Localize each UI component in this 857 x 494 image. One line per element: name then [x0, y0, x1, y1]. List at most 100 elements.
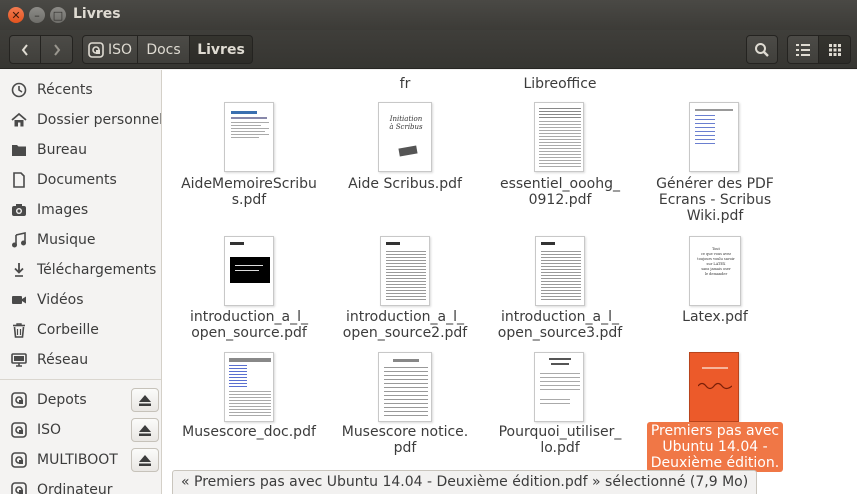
sidebar-item-home[interactable]: Dossier personnel: [0, 106, 161, 134]
pdf-thumbnail: [689, 102, 739, 172]
sidebar-item-label: Récents: [37, 82, 93, 98]
file-item-premiers-pas-ubuntu[interactable]: Premiers pas avec Ubuntu 14.04 - Deuxièm…: [647, 422, 783, 472]
file-item[interactable]: fr: [335, 76, 475, 92]
network-icon: [10, 351, 28, 369]
file-label: Musescore_doc.pdf: [182, 424, 316, 440]
sidebar-item-trash[interactable]: Corbeille: [0, 316, 161, 344]
status-bar: « Premiers pas avec Ubuntu 14.04 - Deuxi…: [172, 470, 758, 494]
breadcrumb-label: Docs: [146, 41, 181, 58]
breadcrumb-iso[interactable]: ISO: [82, 35, 138, 64]
minimize-icon: –: [34, 8, 40, 22]
sidebar-item-label: Depots: [37, 392, 87, 408]
file-label: Musescore notice. pdf: [341, 424, 469, 456]
close-window-button[interactable]: ✕: [8, 7, 24, 23]
file-label: AideMemoireScribu s.pdf: [181, 176, 317, 208]
file-item-musescore-doc[interactable]: Musescore_doc.pdf: [179, 424, 319, 440]
camera-icon: [10, 201, 28, 219]
sidebar-item-downloads[interactable]: Téléchargements: [0, 256, 161, 284]
breadcrumb-docs[interactable]: Docs: [138, 35, 190, 64]
file-item[interactable]: Libreoffice: [490, 76, 630, 92]
sidebar-item-label: ISO: [37, 422, 62, 438]
pdf-thumbnail: [224, 352, 274, 422]
pdf-thumbnail: [224, 236, 274, 306]
sidebar-item-computer[interactable]: Ordinateur: [0, 476, 161, 494]
sidebar-item-label: Documents: [37, 172, 117, 188]
grid-icon: [828, 43, 841, 56]
sidebar-item-label: Réseau: [37, 352, 89, 368]
file-label: Générer des PDF Ecrans - Scribus Wiki.pd…: [656, 176, 774, 224]
file-item-generer-pdf[interactable]: Générer des PDF Ecrans - Scribus Wiki.pd…: [645, 176, 785, 224]
file-label: Pourquoi_utiliser_ lo.pdf: [498, 424, 622, 456]
file-label: Latex.pdf: [682, 309, 748, 325]
sidebar-item-images[interactable]: Images: [0, 196, 161, 224]
file-item-introduction-1[interactable]: introduction_a_l_ open_source.pdf: [179, 309, 319, 341]
search-icon: [755, 42, 769, 57]
file-item-aidescribus[interactable]: Aide Scribus.pdf: [335, 176, 475, 192]
forward-button[interactable]: [41, 35, 73, 64]
file-item-aidememoirescribus[interactable]: AideMemoireScribu s.pdf: [179, 176, 319, 208]
maximize-icon: □: [52, 8, 64, 22]
eject-button[interactable]: [131, 418, 159, 442]
pdf-thumbnail: [224, 102, 274, 172]
back-button[interactable]: [9, 35, 41, 64]
pdf-thumbnail: [380, 236, 430, 306]
file-item-musescore-notice[interactable]: Musescore notice. pdf: [335, 424, 475, 456]
maximize-window-button[interactable]: □: [50, 7, 66, 23]
sidebar-item-recents[interactable]: Récents: [0, 76, 161, 104]
clock-icon: [10, 81, 28, 99]
pdf-thumbnail: Initiation à Scribus: [378, 102, 432, 172]
eject-icon: [139, 424, 151, 436]
file-label: fr: [399, 76, 411, 92]
sidebar-item-music[interactable]: Musique: [0, 226, 161, 254]
breadcrumb-label: ISO: [107, 41, 133, 58]
file-item-introduction-3[interactable]: introduction_a_l_ open_source3.pdf: [490, 309, 630, 341]
eject-button[interactable]: [131, 448, 159, 472]
list-view-button[interactable]: [787, 35, 819, 64]
file-label: Aide Scribus.pdf: [348, 176, 462, 192]
sidebar-item-desktop[interactable]: Bureau: [0, 136, 161, 164]
pdf-thumbnail: [535, 236, 585, 306]
minimize-window-button[interactable]: –: [29, 7, 45, 23]
sidebar-item-label: MULTIBOOT: [37, 452, 118, 468]
file-label: introduction_a_l_ open_source.pdf: [189, 309, 308, 341]
thumbnail-text: Tout ce que vous avez toujours voulu sav…: [697, 247, 735, 276]
sidebar-item-iso[interactable]: ISO: [0, 416, 161, 444]
file-item[interactable]: [179, 70, 319, 80]
sidebar-item-network[interactable]: Réseau: [0, 346, 161, 374]
home-icon: [10, 111, 28, 129]
video-icon: [10, 291, 28, 309]
sidebar-item-label: Corbeille: [37, 322, 99, 338]
sidebar-item-multiboot[interactable]: MULTIBOOT: [0, 446, 161, 474]
file-view[interactable]: fr Libreoffice AideMemoireScribu s.pdf I…: [162, 70, 857, 494]
sidebar-item-label: Images: [37, 202, 89, 218]
file-item-introduction-2[interactable]: introduction_a_l_ open_source2.pdf: [335, 309, 475, 341]
grid-view-button[interactable]: [819, 35, 851, 64]
file-item-latex[interactable]: Latex.pdf: [645, 309, 785, 325]
thumbnail-text: Initiation à Scribus: [389, 115, 423, 131]
file-label: essentiel_ooohg_ 0912.pdf: [499, 176, 621, 208]
search-button[interactable]: [746, 35, 778, 64]
sidebar-item-label: Ordinateur: [37, 482, 113, 494]
file-label: introduction_a_l_ open_source3.pdf: [497, 309, 623, 341]
sidebar-item-videos[interactable]: Vidéos: [0, 286, 161, 314]
sidebar-divider: [0, 379, 161, 380]
eject-icon: [139, 394, 151, 406]
folder-icon: [10, 141, 28, 159]
drive-icon: [10, 391, 28, 409]
eject-button[interactable]: [131, 388, 159, 412]
sidebar-item-documents[interactable]: Documents: [0, 166, 161, 194]
breadcrumb-livres[interactable]: Livres: [190, 35, 253, 64]
window-title: Livres: [73, 6, 121, 22]
file-item-pourquoi-utiliser[interactable]: Pourquoi_utiliser_ lo.pdf: [490, 424, 630, 456]
file-label-selected: Premiers pas avec Ubuntu 14.04 - Deuxièm…: [647, 422, 783, 472]
file-label: introduction_a_l_ open_source2.pdf: [342, 309, 468, 341]
chevron-left-icon: [21, 43, 28, 56]
list-icon: [796, 43, 810, 56]
sidebar: Récents Dossier personnel Bureau Documen…: [0, 70, 162, 494]
file-item-essentiel[interactable]: essentiel_ooohg_ 0912.pdf: [490, 176, 630, 208]
sidebar-item-depots[interactable]: Depots: [0, 386, 161, 414]
toolbar: ISO Docs Livres: [0, 30, 857, 69]
sidebar-item-label: Vidéos: [37, 292, 84, 308]
pdf-thumbnail-selected: [689, 352, 739, 422]
pdf-thumbnail: [534, 102, 584, 172]
